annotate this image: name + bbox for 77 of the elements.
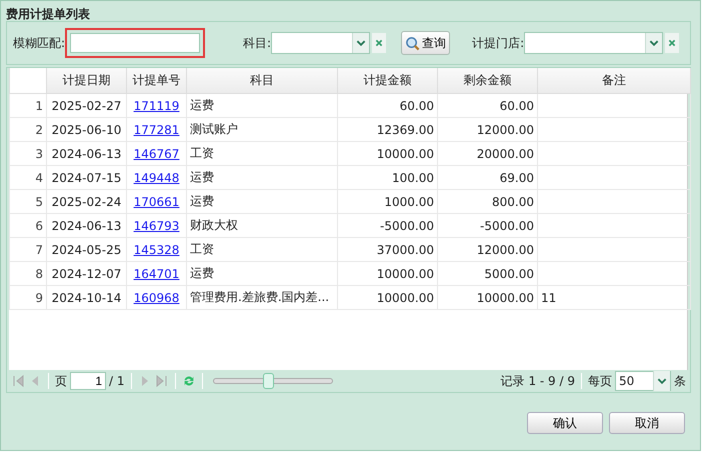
column-header[interactable]: 备注 bbox=[538, 68, 690, 94]
subject-label: 科目: bbox=[243, 34, 272, 52]
table-cell: 运费 bbox=[186, 166, 338, 190]
table-cell: 12000.00 bbox=[438, 118, 538, 142]
dropdown-icon[interactable] bbox=[645, 33, 662, 53]
table-cell: 10000.00 bbox=[338, 286, 438, 310]
table-cell: 2025-06-10 bbox=[46, 118, 126, 142]
table-cell: 10000.00 bbox=[338, 262, 438, 286]
table-cell: 2024-06-13 bbox=[46, 214, 126, 238]
page-total: / 1 bbox=[109, 374, 124, 388]
table-cell: 管理费用.差旅费.国内差... bbox=[186, 286, 338, 310]
clear-icon[interactable] bbox=[665, 33, 680, 53]
table-cell: 69.00 bbox=[438, 166, 538, 190]
column-header[interactable]: 剩余金额 bbox=[438, 68, 538, 94]
table-cell: 37000.00 bbox=[338, 238, 438, 262]
page-slider[interactable] bbox=[212, 373, 332, 389]
row-number: 8 bbox=[10, 262, 46, 286]
table-cell: 运费 bbox=[186, 262, 338, 286]
fuzzy-field[interactable] bbox=[70, 33, 200, 53]
column-header[interactable]: 计提日期 bbox=[46, 68, 126, 94]
column-header[interactable]: 科目 bbox=[186, 68, 338, 94]
page-field[interactable]: 1 bbox=[70, 372, 106, 390]
table-cell: -5000.00 bbox=[338, 214, 438, 238]
query-button[interactable]: 查询 bbox=[401, 31, 450, 55]
table-cell: 800.00 bbox=[438, 190, 538, 214]
row-number: 7 bbox=[10, 238, 46, 262]
slider-thumb[interactable] bbox=[262, 373, 274, 389]
table-cell: 12369.00 bbox=[338, 118, 438, 142]
dropdown-icon[interactable] bbox=[352, 33, 370, 53]
row-number: 1 bbox=[10, 94, 46, 118]
store-label: 计提门店: bbox=[472, 34, 524, 52]
row-number: 6 bbox=[10, 214, 46, 238]
first-page-icon[interactable] bbox=[11, 373, 25, 389]
fuzzy-label: 模糊匹配: bbox=[13, 34, 66, 52]
row-number: 2 bbox=[10, 118, 46, 142]
search-icon bbox=[405, 36, 420, 50]
row-number: 5 bbox=[10, 190, 46, 214]
table-cell: 2024-06-13 bbox=[46, 142, 126, 166]
table-cell: 10000.00 bbox=[338, 142, 438, 166]
table-cell: 2025-02-24 bbox=[46, 190, 126, 214]
table-cell: 工资 bbox=[186, 238, 338, 262]
table-cell: 2024-12-07 bbox=[46, 262, 126, 286]
table-cell: 5000.00 bbox=[438, 262, 538, 286]
clear-icon[interactable] bbox=[372, 33, 386, 53]
table-cell: 测试账户 bbox=[186, 118, 338, 142]
unit-label: 条 bbox=[674, 372, 686, 390]
table-cell: 运费 bbox=[186, 190, 338, 214]
last-page-icon[interactable] bbox=[154, 373, 168, 389]
table-cell: 10000.00 bbox=[438, 286, 538, 310]
column-header[interactable]: 计提单号 bbox=[126, 68, 186, 94]
table-cell: 2024-10-14 bbox=[46, 286, 126, 310]
table-cell: 1000.00 bbox=[338, 190, 438, 214]
per-page-combo[interactable]: 50 bbox=[615, 371, 671, 391]
table-cell: 2025-02-27 bbox=[46, 94, 126, 118]
table-cell: 工资 bbox=[186, 142, 338, 166]
window-title: 费用计提单列表 bbox=[5, 6, 91, 21]
dialog-button[interactable]: 取消 bbox=[609, 412, 685, 434]
table-cell: 2024-05-25 bbox=[46, 238, 126, 262]
table-cell: 60.00 bbox=[338, 94, 438, 118]
table-cell: 财政大权 bbox=[186, 214, 338, 238]
table-cell: -5000.00 bbox=[438, 214, 538, 238]
table-cell: 100.00 bbox=[338, 166, 438, 190]
column-header[interactable]: 计提金额 bbox=[338, 68, 438, 94]
page-label: 页 bbox=[55, 372, 67, 390]
per-page-label: 每页 bbox=[588, 372, 612, 390]
row-number: 9 bbox=[10, 286, 46, 310]
row-number: 3 bbox=[10, 142, 46, 166]
table-cell: 11 bbox=[538, 286, 690, 310]
table-cell: 60.00 bbox=[438, 94, 538, 118]
dialog-button[interactable]: 确认 bbox=[527, 412, 603, 434]
table-cell: 20000.00 bbox=[438, 142, 538, 166]
record-count: 记录 1 - 9 / 9 bbox=[500, 372, 575, 390]
table-cell: 2024-07-15 bbox=[46, 166, 126, 190]
table-cell: 12000.00 bbox=[438, 238, 538, 262]
row-number: 4 bbox=[10, 166, 46, 190]
table-cell: 运费 bbox=[186, 94, 338, 118]
dropdown-icon[interactable] bbox=[653, 371, 670, 391]
